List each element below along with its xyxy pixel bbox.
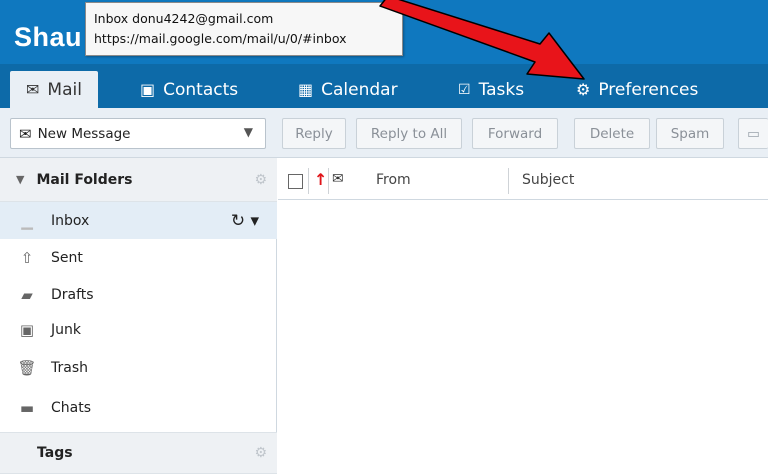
gear-icon: ⚙ <box>576 80 591 99</box>
tab-mail-label: Mail <box>47 79 82 100</box>
tab-tooltip: Inbox donu4242@gmail.com https://mail.go… <box>85 2 403 56</box>
new-message-label: New Message <box>37 125 131 142</box>
tooltip-line-1: Inbox donu4242@gmail.com <box>94 11 274 26</box>
folder-inbox-label: Inbox <box>51 212 90 229</box>
folder-chats-label: Chats <box>51 399 92 416</box>
gear-icon[interactable]: ⚙ <box>254 172 267 188</box>
column-divider <box>328 168 329 194</box>
column-divider <box>308 168 309 194</box>
spam-button[interactable]: Spam <box>656 118 724 149</box>
compose-icon: ✉ <box>19 124 32 143</box>
forward-button[interactable]: Forward <box>472 118 558 149</box>
checkbox-icon: ☑ <box>458 81 471 98</box>
tab-tasks-label: Tasks <box>478 79 525 100</box>
column-divider[interactable] <box>508 168 509 194</box>
contact-card-icon: ▣ <box>140 80 156 99</box>
delete-button[interactable]: Delete <box>574 118 650 149</box>
app-logo: Shau <box>14 22 83 52</box>
chevron-down-icon[interactable]: ▼ <box>244 125 253 139</box>
select-all-checkbox[interactable] <box>288 174 303 189</box>
tab-preferences[interactable]: ⚙ Preferences <box>576 71 698 108</box>
priority-icon[interactable]: ↑ <box>314 170 327 189</box>
folder-sent[interactable]: ⇧ Sent <box>0 239 277 276</box>
folder-chats[interactable]: ▬ Chats <box>0 389 277 426</box>
reply-button[interactable]: Reply <box>282 118 346 149</box>
folder-sidebar: ▼ Mail Folders ⚙ ▁ Inbox ↻ ▾ ⇧ Sent ▰ Dr… <box>0 158 277 474</box>
message-list[interactable] <box>278 201 768 474</box>
folder-move-icon: ▭ <box>747 125 760 142</box>
folder-sent-label: Sent <box>51 249 83 266</box>
calendar-icon: ▦ <box>298 80 314 99</box>
refresh-icon[interactable]: ↻ ▾ <box>231 211 259 231</box>
tab-mail[interactable]: ✉ Mail <box>10 71 98 108</box>
mail-folders-title: Mail Folders <box>36 171 133 188</box>
column-from[interactable]: From <box>376 172 411 188</box>
folder-junk-label: Junk <box>51 321 81 338</box>
reply-all-button[interactable]: Reply to All <box>356 118 462 149</box>
sent-upload-icon: ⇧ <box>20 248 34 267</box>
mail-folders-header[interactable]: ▼ Mail Folders ⚙ <box>0 158 277 202</box>
move-button[interactable]: ▭ <box>738 118 768 149</box>
tab-contacts-label: Contacts <box>163 79 239 100</box>
tab-preferences-label: Preferences <box>598 79 699 100</box>
message-list-header: ↑ ✉ From Subject <box>278 162 768 200</box>
column-subject[interactable]: Subject <box>522 172 574 188</box>
tooltip-line-2: https://mail.google.com/mail/u/0/#inbox <box>94 31 347 46</box>
drafts-folder-icon: ▰ <box>21 285 33 304</box>
main-nav: ✉ Mail ▣ Contacts ▦ Calendar ☑ Tasks ⚙ P… <box>0 64 768 108</box>
gear-icon[interactable]: ⚙ <box>254 445 267 461</box>
tab-tasks[interactable]: ☑ Tasks <box>458 71 524 108</box>
tab-calendar-label: Calendar <box>321 79 398 100</box>
toolbar: ✉ New Message ▼ Reply Reply to All Forwa… <box>0 108 768 158</box>
folder-drafts[interactable]: ▰ Drafts <box>0 276 277 313</box>
tags-header[interactable]: Tags ⚙ <box>0 432 277 474</box>
envelope-icon: ✉ <box>26 80 40 99</box>
folder-trash-label: Trash <box>51 359 88 376</box>
envelope-icon[interactable]: ✉ <box>332 171 344 187</box>
folder-trash[interactable]: 🗑 Trash <box>0 349 277 386</box>
folder-icon: ▬ <box>19 398 35 417</box>
tab-contacts[interactable]: ▣ Contacts <box>140 71 238 108</box>
new-message-button[interactable]: ✉ New Message ▼ <box>10 118 266 149</box>
folder-drafts-label: Drafts <box>51 286 94 303</box>
collapse-chevron-icon[interactable]: ▼ <box>16 173 24 186</box>
tags-title: Tags <box>37 445 73 461</box>
junk-folder-icon: ▣ <box>19 320 35 339</box>
trash-icon: 🗑 <box>17 358 37 377</box>
folder-junk[interactable]: ▣ Junk <box>0 311 277 348</box>
folder-inbox[interactable]: ▁ Inbox ↻ ▾ <box>0 202 277 239</box>
inbox-tray-icon: ▁ <box>21 211 33 230</box>
tab-calendar[interactable]: ▦ Calendar <box>298 71 398 108</box>
